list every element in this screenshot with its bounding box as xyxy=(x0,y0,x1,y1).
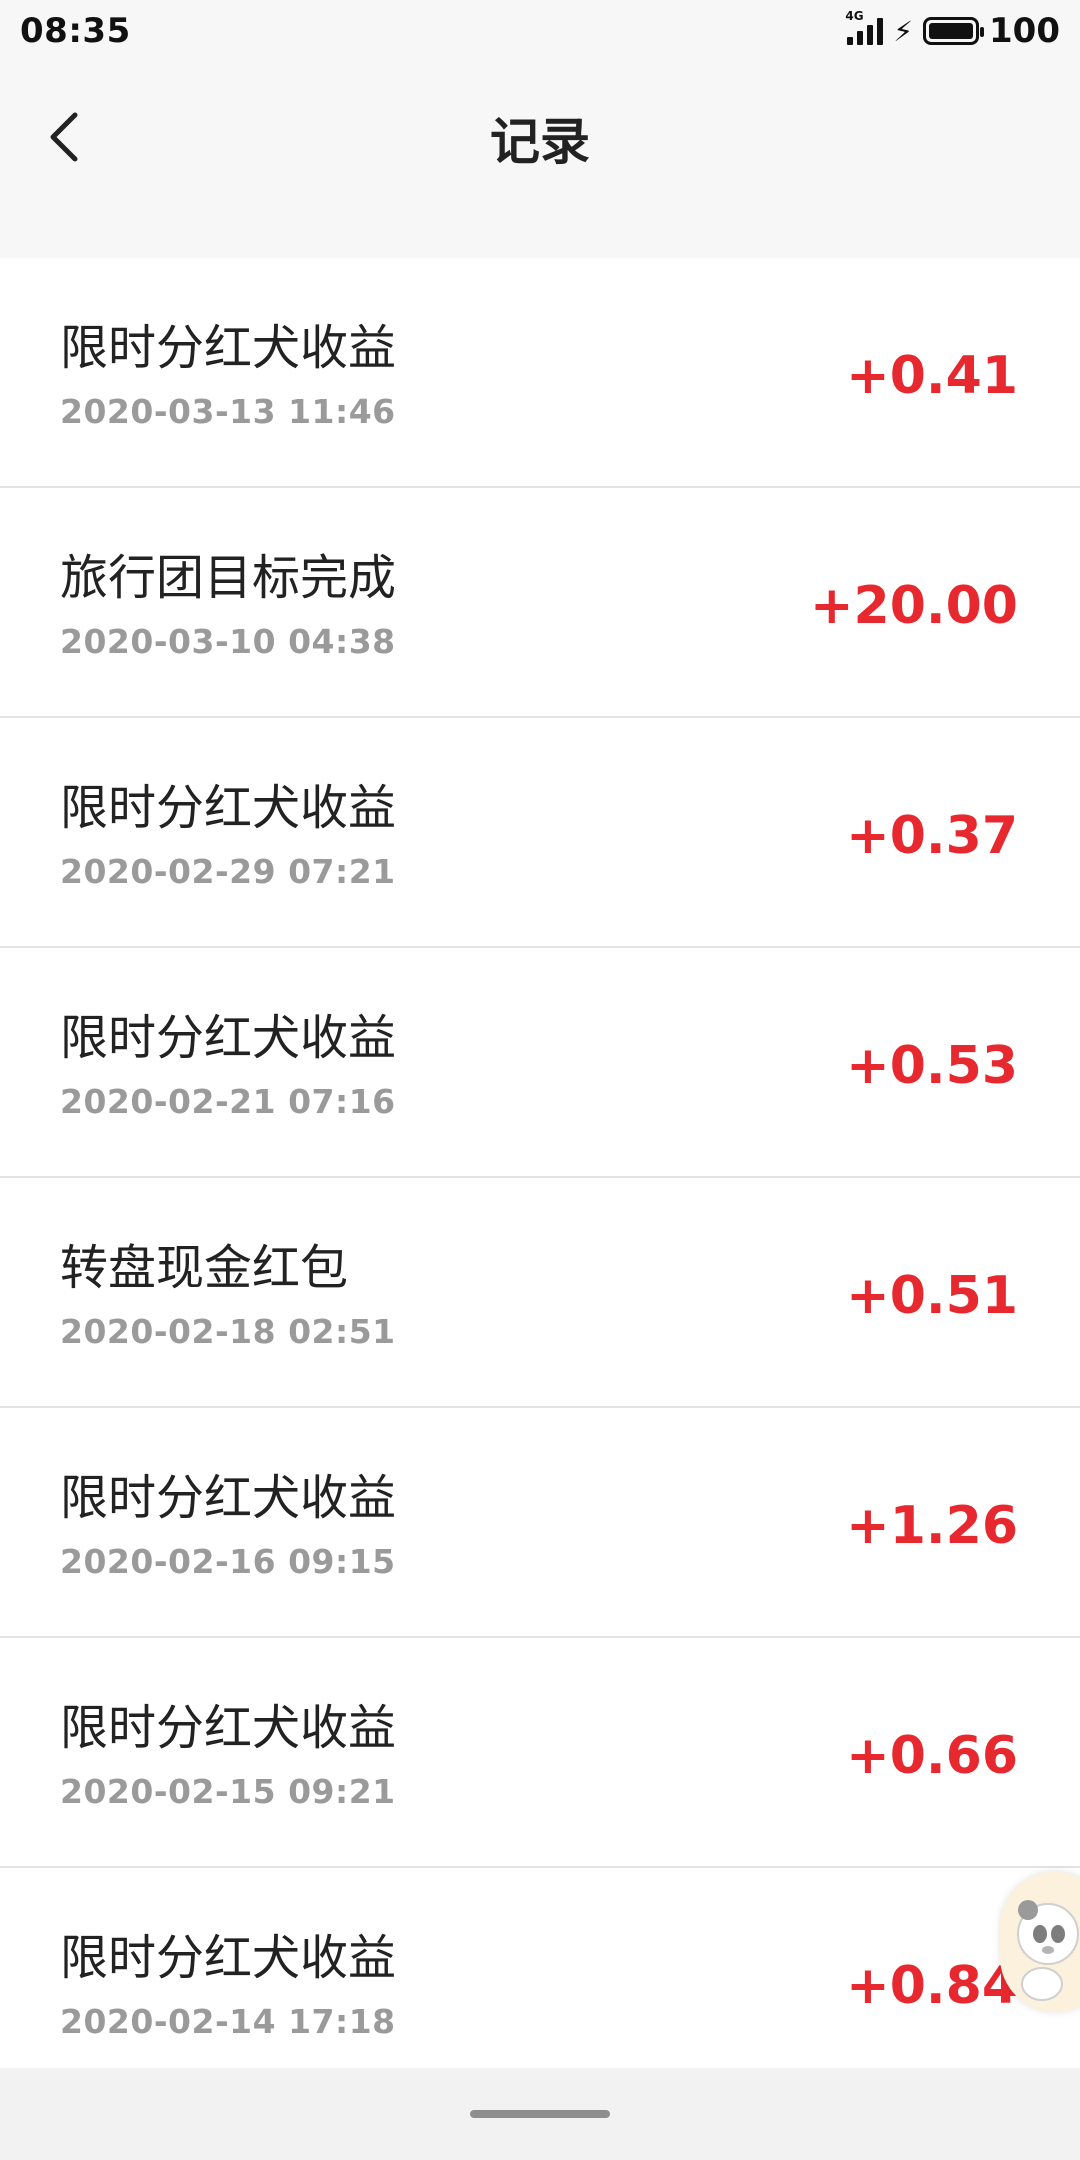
record-title: 限时分红犬收益 xyxy=(60,1930,397,1986)
record-time: 2020-02-15 09:21 xyxy=(60,1772,396,1811)
record-title: 转盘现金红包 xyxy=(60,1240,349,1296)
status-icons: 4G ⚡ 100 xyxy=(845,9,1060,51)
list-item[interactable]: 限时分红犬收益 2020-02-15 09:21 +0.66 xyxy=(0,1638,1080,1868)
record-time: 2020-02-21 07:16 xyxy=(60,1082,396,1121)
record-title: 限时分红犬收益 xyxy=(60,780,397,836)
status-bar: 08:35 4G ⚡ 100 xyxy=(0,0,1080,62)
record-amount: +0.66 xyxy=(846,1726,1018,1786)
record-title: 旅行团目标完成 xyxy=(60,550,397,606)
record-amount: +0.53 xyxy=(846,1036,1018,1096)
list-item[interactable]: 旅行团目标完成 2020-03-10 04:38 +20.00 xyxy=(0,488,1080,718)
status-time: 08:35 xyxy=(20,11,131,51)
battery-icon xyxy=(923,17,985,45)
record-amount: +0.37 xyxy=(846,806,1018,866)
back-button[interactable] xyxy=(30,102,100,172)
battery-level: 100 xyxy=(989,11,1060,51)
record-amount: +0.84 xyxy=(846,1956,1018,2016)
record-title: 限时分红犬收益 xyxy=(60,320,397,376)
panda-icon xyxy=(1017,1900,1079,2001)
record-time: 2020-02-29 07:21 xyxy=(60,852,396,891)
list-item[interactable]: 限时分红犬收益 2020-02-16 09:15 +1.26 xyxy=(0,1408,1080,1638)
signal-icon: 4G xyxy=(845,9,884,45)
record-amount: +0.51 xyxy=(846,1266,1018,1326)
record-amount: +0.41 xyxy=(846,346,1018,406)
chevron-left-icon xyxy=(50,112,78,162)
list-item[interactable]: 转盘现金红包 2020-02-18 02:51 +0.51 xyxy=(0,1178,1080,1408)
record-title: 限时分红犬收益 xyxy=(60,1470,397,1526)
record-title: 限时分红犬收益 xyxy=(60,1010,397,1066)
record-list: 限时分红犬收益 2020-03-13 11:46 +0.41 旅行团目标完成 2… xyxy=(0,258,1080,2098)
record-title: 限时分红犬收益 xyxy=(60,1700,397,1756)
list-item[interactable]: 限时分红犬收益 2020-02-14 17:18 +0.84 xyxy=(0,1868,1080,2098)
list-item[interactable]: 限时分红犬收益 2020-02-21 07:16 +0.53 xyxy=(0,948,1080,1178)
header: 记录 xyxy=(0,62,1080,214)
home-indicator[interactable] xyxy=(470,2110,610,2118)
floating-widget[interactable] xyxy=(1000,1872,1080,2012)
record-time: 2020-03-10 04:38 xyxy=(60,622,396,661)
network-type: 4G xyxy=(845,9,864,23)
record-time: 2020-02-14 17:18 xyxy=(60,2002,396,2041)
page-title: 记录 xyxy=(490,113,590,171)
record-time: 2020-02-18 02:51 xyxy=(60,1312,396,1351)
record-amount: +20.00 xyxy=(809,576,1018,636)
bolt-icon: ⚡ xyxy=(893,14,914,48)
record-amount: +1.26 xyxy=(846,1496,1018,1556)
list-item[interactable]: 限时分红犬收益 2020-02-29 07:21 +0.37 xyxy=(0,718,1080,948)
record-time: 2020-03-13 11:46 xyxy=(60,392,396,431)
list-item[interactable]: 限时分红犬收益 2020-03-13 11:46 +0.41 xyxy=(0,258,1080,488)
record-time: 2020-02-16 09:15 xyxy=(60,1542,396,1581)
